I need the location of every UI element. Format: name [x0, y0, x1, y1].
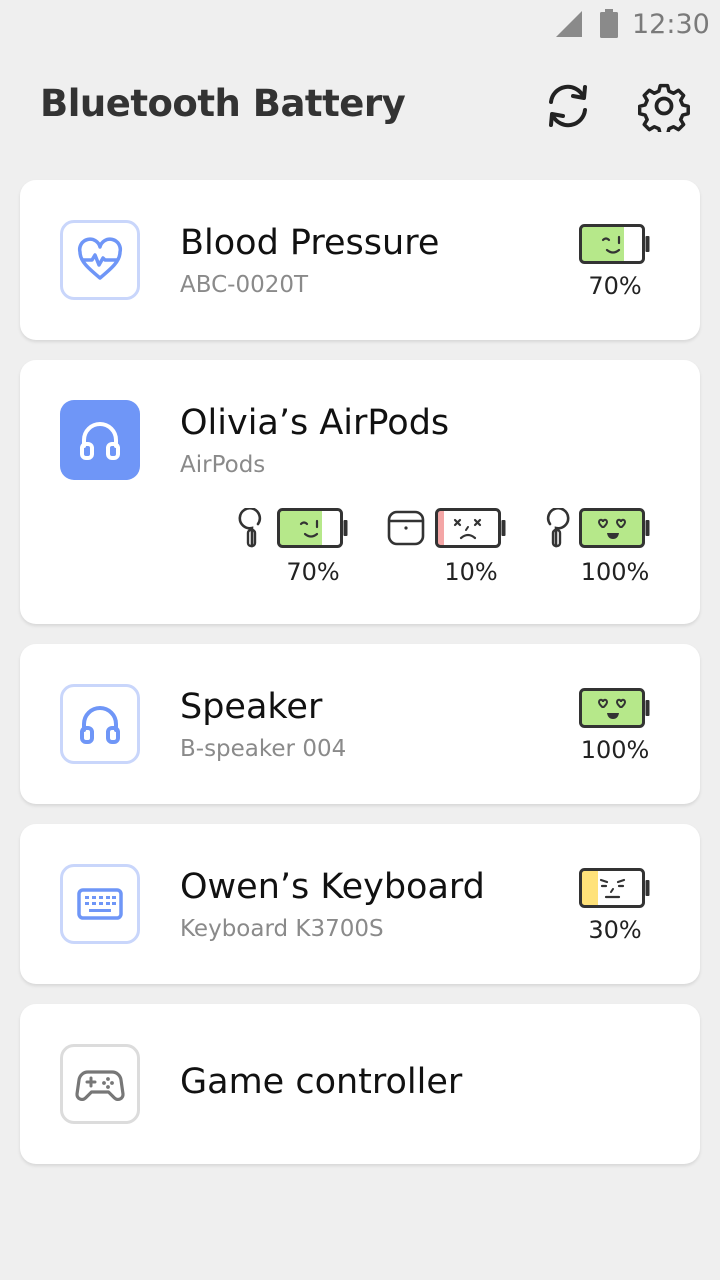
device-card-airpods[interactable]: Olivia’s AirPods AirPods 70% 10% 100%	[20, 360, 700, 624]
gamepad-icon	[75, 1070, 125, 1102]
right-earbud-percent: 100%	[580, 558, 650, 586]
device-model: B-speaker 004	[180, 736, 347, 762]
battery-smile-icon	[579, 224, 651, 264]
device-model: AirPods	[180, 452, 266, 478]
battery-love-icon	[579, 508, 651, 548]
device-model: ABC-0020T	[180, 272, 309, 298]
battery-status-icon	[600, 9, 618, 38]
keyboard-icon	[77, 888, 123, 920]
device-icon-tile	[60, 400, 140, 480]
device-name: Owen’s Keyboard	[180, 867, 485, 907]
device-card-keyboard[interactable]: Owen’s Keyboard Keyboard K3700S 30%	[20, 824, 700, 984]
device-icon-tile	[60, 684, 140, 764]
left-earbud-icon	[238, 508, 262, 548]
device-model: Keyboard K3700S	[180, 916, 384, 942]
device-name: Blood Pressure	[180, 223, 440, 263]
heart-pulse-icon	[77, 237, 123, 280]
refresh-button[interactable]	[540, 78, 596, 134]
left-earbud-percent: 70%	[286, 558, 340, 586]
battery-meh-icon	[579, 868, 651, 908]
settings-button[interactable]	[636, 78, 692, 134]
app-title: Bluetooth Battery	[40, 82, 406, 125]
refresh-icon	[549, 84, 587, 128]
battery-percent: 30%	[588, 916, 642, 944]
device-icon-tile	[60, 220, 140, 300]
gear-icon	[638, 83, 690, 132]
status-time: 12:30	[632, 9, 710, 40]
device-name: Game controller	[180, 1062, 463, 1102]
battery-smile-icon	[277, 508, 349, 548]
device-name: Speaker	[180, 687, 323, 727]
battery-love-icon	[579, 688, 651, 728]
signal-icon	[556, 11, 582, 37]
device-icon-tile	[60, 864, 140, 944]
device-card-blood-pressure[interactable]: Blood Pressure ABC-0020T 70%	[20, 180, 700, 340]
right-earbud-icon	[546, 508, 570, 548]
status-bar: 12:30	[0, 0, 720, 48]
case-percent: 10%	[444, 558, 498, 586]
battery-percent: 100%	[580, 736, 650, 764]
battery-percent: 70%	[588, 272, 642, 300]
battery-dead-icon	[435, 508, 507, 548]
device-name: Olivia’s AirPods	[180, 403, 450, 443]
headphones-icon	[76, 700, 124, 748]
charging-case-icon	[387, 510, 425, 546]
device-icon-tile	[60, 1044, 140, 1124]
device-card-game-controller[interactable]: Game controller	[20, 1004, 700, 1164]
device-card-speaker[interactable]: Speaker B-speaker 004 100%	[20, 644, 700, 804]
headphones-icon	[76, 416, 124, 464]
